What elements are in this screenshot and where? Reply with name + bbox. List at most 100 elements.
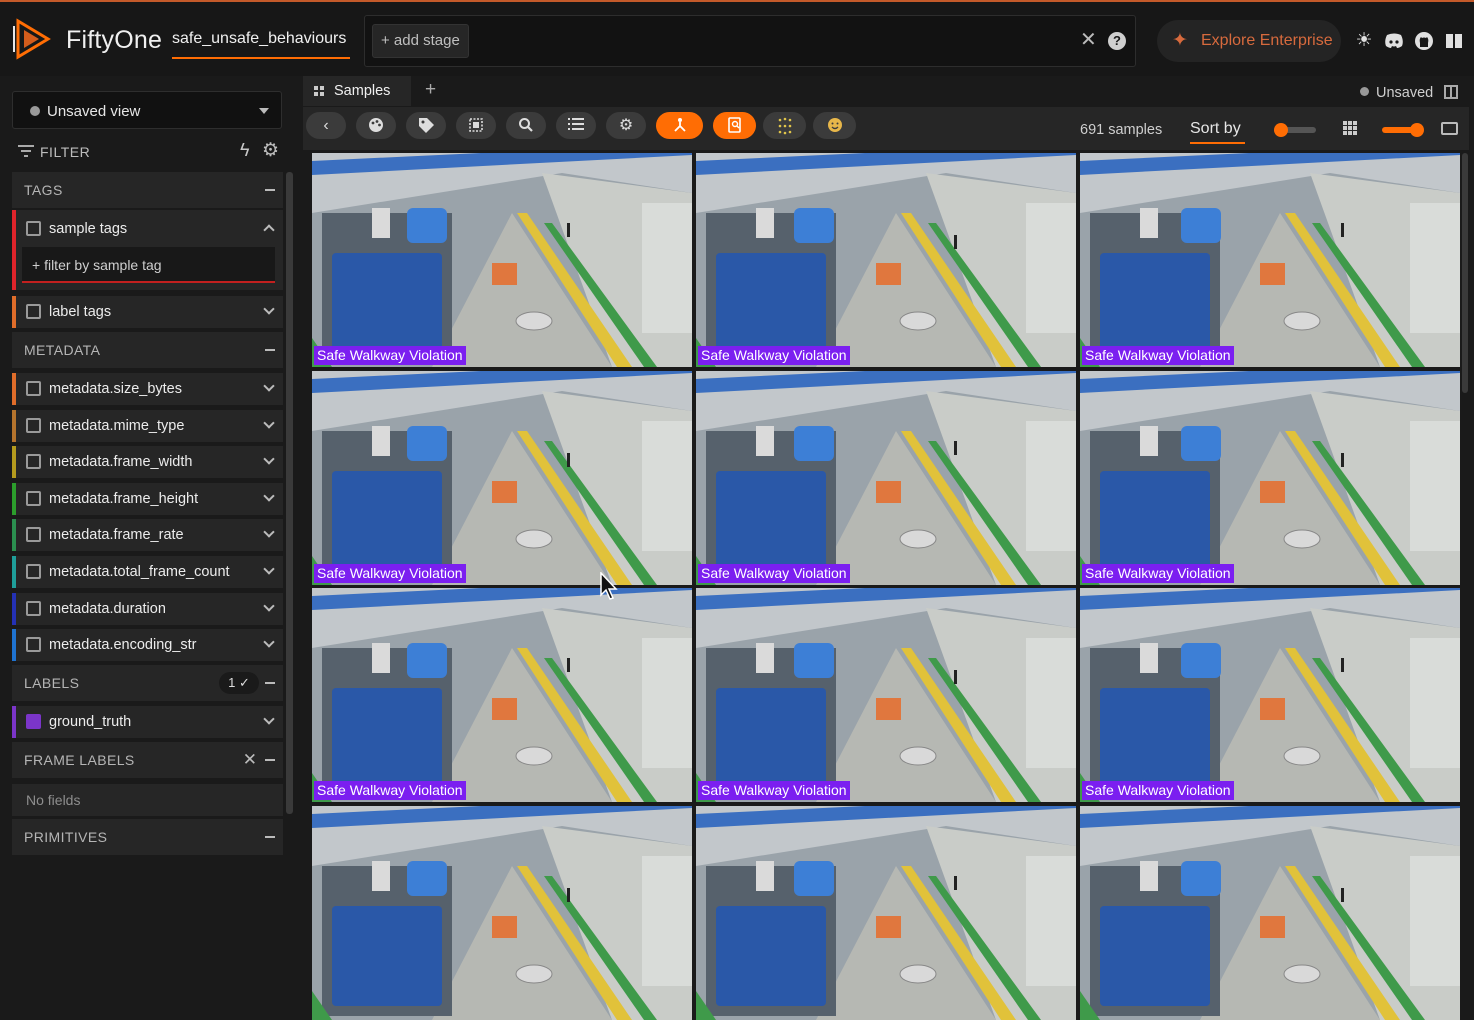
sample-tile[interactable] (312, 805, 692, 1020)
checkbox[interactable] (26, 454, 41, 470)
help-icon[interactable]: ? (1108, 32, 1126, 50)
chevron-down-icon[interactable] (263, 490, 275, 502)
tag-button[interactable] (406, 112, 446, 139)
explore-enterprise-button[interactable]: ✦ Explore Enterprise (1157, 20, 1341, 62)
grid-size-icon[interactable] (1343, 121, 1357, 135)
metadata-field-row[interactable]: metadata.frame_width (12, 446, 283, 479)
checkbox[interactable] (26, 600, 41, 616)
section-frame-labels[interactable]: FRAME LABELS ✕ (12, 742, 283, 778)
add-stage-button[interactable]: + add stage (372, 24, 469, 58)
add-panel-icon[interactable]: + (425, 79, 436, 101)
close-icon[interactable]: ✕ (243, 750, 257, 770)
collapse-icon[interactable] (265, 836, 275, 838)
collapse-icon[interactable] (265, 759, 275, 761)
settings-button[interactable]: ⚙ (606, 112, 646, 139)
section-labels[interactable]: LABELS 1 ✓ (12, 665, 283, 701)
discord-icon[interactable] (1384, 30, 1404, 52)
chevron-down-icon[interactable] (263, 416, 275, 429)
zoom-slider[interactable] (1382, 123, 1424, 137)
chevron-down-icon[interactable] (263, 636, 275, 648)
sample-tags-row[interactable]: sample tags (12, 213, 283, 245)
checkbox[interactable] (26, 381, 41, 396)
chevron-down-icon[interactable] (263, 380, 275, 392)
view-stage-bar[interactable]: + add stage ✕ ? (364, 15, 1136, 67)
checkbox[interactable] (26, 304, 41, 319)
checkbox[interactable] (26, 490, 41, 506)
sample-tile[interactable]: Safe Walkway Violation (312, 588, 692, 802)
sample-tile[interactable] (696, 805, 1076, 1020)
sample-tile[interactable]: Safe Walkway Violation (1080, 370, 1460, 585)
metadata-field-row[interactable]: metadata.mime_type (12, 409, 283, 442)
browse-button-active[interactable] (713, 112, 756, 139)
sample-tile[interactable]: Safe Walkway Violation (1080, 588, 1460, 802)
grid-scrollbar[interactable] (1462, 153, 1468, 393)
dataset-selector[interactable]: safe_unsafe_behaviours (172, 30, 350, 59)
chevron-down-icon[interactable] (263, 563, 275, 575)
sort-by-button[interactable]: Sort by (1190, 120, 1245, 144)
embeddings-button[interactable] (763, 112, 806, 139)
sample-image (312, 370, 692, 585)
checkbox[interactable] (26, 637, 41, 653)
chevron-down-icon[interactable] (263, 303, 275, 315)
metadata-field-row[interactable]: metadata.frame_height (12, 482, 283, 515)
saved-view-selector[interactable]: Unsaved view (12, 91, 282, 129)
collapse-icon[interactable] (265, 682, 275, 684)
list-button[interactable] (556, 112, 596, 139)
sample-tile[interactable]: Safe Walkway Violation (696, 153, 1076, 367)
checkbox[interactable] (26, 527, 41, 543)
sample-tile[interactable]: Safe Walkway Violation (696, 588, 1076, 802)
chevron-down-icon[interactable] (263, 599, 275, 612)
checkbox[interactable] (26, 417, 41, 433)
sidebar-scrollbar[interactable] (286, 172, 293, 814)
slider-knob[interactable] (1410, 123, 1424, 137)
metadata-field-label: metadata.mime_type (49, 417, 185, 434)
collapse-icon[interactable] (265, 189, 275, 191)
sample-tile[interactable] (1080, 805, 1460, 1020)
card-view-icon[interactable] (1441, 122, 1458, 135)
chevron-down-icon[interactable] (263, 453, 275, 465)
clear-view-icon[interactable]: ✕ (1080, 30, 1097, 50)
checkbox[interactable] (26, 221, 41, 236)
gear-icon[interactable]: ⚙ (262, 139, 279, 162)
sort-order-toggle[interactable] (1274, 123, 1316, 137)
collapse-icon[interactable] (265, 349, 275, 351)
sample-image (1080, 805, 1460, 1020)
github-icon[interactable] (1414, 30, 1434, 52)
section-title: PRIMITIVES (24, 829, 108, 845)
split-layout-icon[interactable] (1444, 85, 1458, 99)
sample-tile[interactable]: Safe Walkway Violation (1080, 153, 1460, 367)
section-title: METADATA (24, 342, 101, 358)
brand-name[interactable]: FiftyOne (66, 26, 162, 55)
plugin-button[interactable] (813, 112, 856, 139)
chevron-down-icon[interactable] (263, 713, 275, 725)
metadata-field-row[interactable]: metadata.size_bytes (12, 373, 283, 405)
color-palette-button[interactable] (356, 112, 396, 139)
metadata-field-row[interactable]: metadata.duration (12, 592, 283, 625)
similarity-search-button[interactable] (506, 112, 546, 139)
lightning-icon[interactable]: ϟ (240, 140, 250, 161)
patches-button[interactable] (456, 112, 496, 139)
sample-tile[interactable]: Safe Walkway Violation (312, 153, 692, 367)
sample-tile[interactable]: Safe Walkway Violation (312, 370, 692, 585)
ground-truth-row[interactable]: ground_truth (12, 706, 283, 738)
sample-tile[interactable]: Safe Walkway Violation (696, 370, 1076, 585)
chevron-up-icon[interactable] (263, 224, 275, 236)
labels-count-badge[interactable]: 1 ✓ (219, 672, 259, 694)
checkbox[interactable] (26, 564, 41, 579)
chevron-down-icon[interactable] (263, 526, 275, 539)
section-metadata[interactable]: METADATA (12, 332, 283, 368)
operator-button-active[interactable] (656, 112, 703, 139)
back-button[interactable]: ‹ (306, 112, 346, 139)
sun-icon[interactable]: ☀ (1354, 30, 1374, 52)
sample-tag-filter-input[interactable]: + filter by sample tag (22, 247, 275, 283)
checkbox-checked[interactable] (26, 714, 41, 729)
label-tags-row[interactable]: label tags (12, 296, 283, 328)
tab-samples[interactable]: Samples (303, 76, 411, 106)
fiftyone-logo-icon[interactable] (12, 18, 52, 60)
metadata-field-row[interactable]: metadata.total_frame_count (12, 556, 283, 588)
docs-book-icon[interactable] (1444, 30, 1464, 52)
metadata-field-row[interactable]: metadata.frame_rate (12, 519, 283, 552)
section-tags[interactable]: TAGS (12, 172, 283, 208)
section-primitives[interactable]: PRIMITIVES (12, 819, 283, 855)
metadata-field-row[interactable]: metadata.encoding_str (12, 629, 283, 662)
